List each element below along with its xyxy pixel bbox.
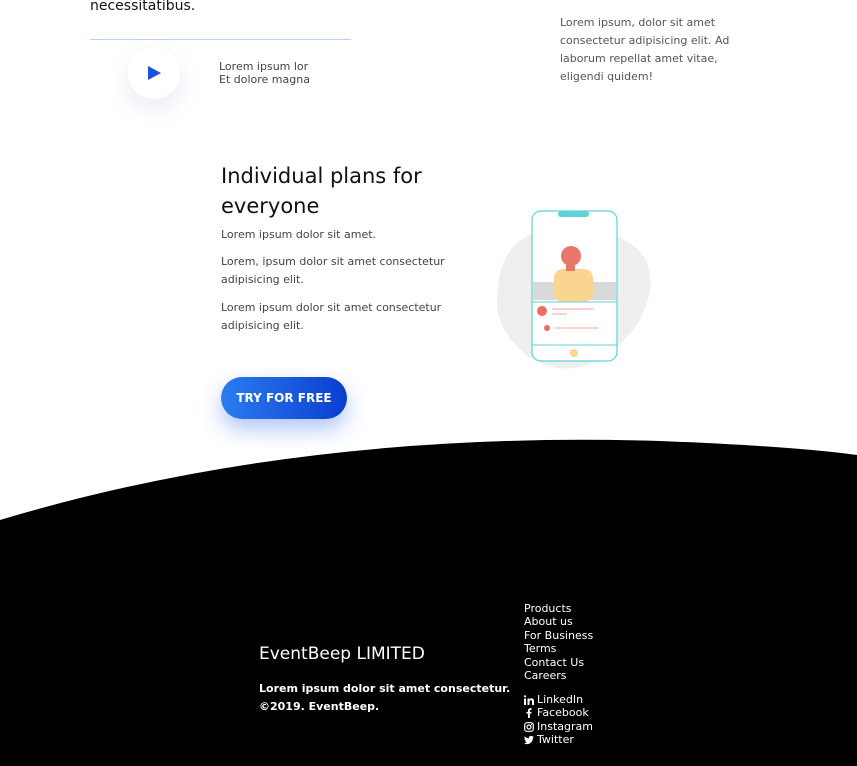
footer-wave: [0, 439, 857, 532]
footer-description: Lorem ipsum dolor sit amet consectetur. …: [259, 680, 510, 716]
footer-tagline: Lorem ipsum dolor sit amet consectetur.: [259, 682, 511, 695]
social-link-instagram[interactable]: Instagram: [524, 720, 593, 733]
footer-link-careers[interactable]: Careers: [524, 669, 593, 682]
footer-link-for-business[interactable]: For Business: [524, 629, 593, 642]
facebook-icon: [526, 708, 532, 719]
instagram-icon: [524, 721, 534, 732]
footer-links: Products About us For Business Terms Con…: [524, 602, 593, 682]
footer-link-about-us[interactable]: About us: [524, 615, 593, 628]
linkedin-icon: [524, 694, 534, 705]
footer-link-products[interactable]: Products: [524, 602, 593, 615]
twitter-icon: [524, 735, 534, 745]
social-label: LinkedIn: [537, 693, 584, 706]
footer: [0, 530, 857, 766]
social-link-facebook[interactable]: Facebook: [524, 706, 593, 719]
social-links: LinkedIn Facebook Instagram Twitter: [524, 693, 593, 747]
footer-copyright: ©2019. EventBeep.: [259, 700, 380, 713]
footer-brand: EventBeep LIMITED: [259, 644, 425, 664]
footer-link-contact-us[interactable]: Contact Us: [524, 656, 593, 669]
social-link-linkedin[interactable]: LinkedIn: [524, 693, 593, 706]
social-label: Facebook: [537, 706, 589, 720]
social-label: Twitter: [537, 733, 574, 747]
footer-link-terms[interactable]: Terms: [524, 642, 593, 655]
social-label: Instagram: [537, 719, 593, 733]
social-link-twitter[interactable]: Twitter: [524, 733, 593, 746]
